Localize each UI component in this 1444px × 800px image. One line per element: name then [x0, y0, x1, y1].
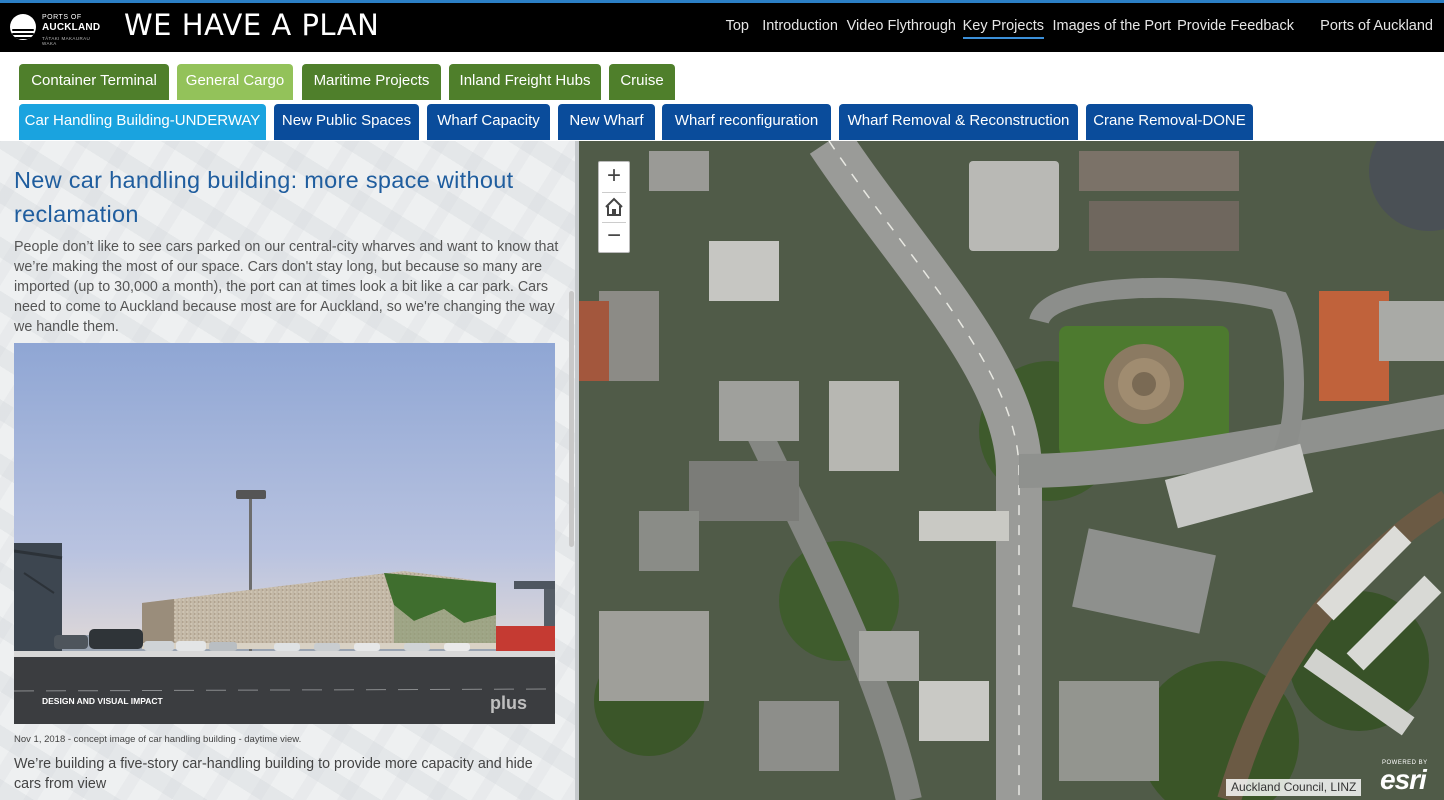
ports-of-auckland-logo[interactable]: PORTS OF AUCKLAND TĀTAKI MAKAURAU WAKA: [10, 11, 102, 46]
map-imagery: [579, 141, 1444, 800]
story-paragraph: People don’t like to see cars parked on …: [14, 239, 559, 335]
tab-crane-removal[interactable]: Crane Removal-DONE: [1086, 104, 1253, 140]
image-caption: Nov 1, 2018 - concept image of car handl…: [14, 734, 302, 745]
logo-mark-icon: [10, 14, 36, 40]
tab-maritime-projects[interactable]: Maritime Projects: [302, 64, 441, 100]
nav-introduction[interactable]: Introduction: [762, 18, 838, 34]
story-heading: New car handling building: more space wi…: [14, 167, 514, 227]
nav-ports-of-auckland[interactable]: Ports of Auckland: [1320, 18, 1433, 34]
tab-general-cargo[interactable]: General Cargo: [177, 64, 293, 100]
tab-new-wharf[interactable]: New Wharf: [558, 104, 655, 140]
zoom-out-button[interactable]: −: [599, 222, 629, 252]
home-button[interactable]: [599, 192, 629, 222]
zoom-in-button[interactable]: +: [599, 162, 629, 192]
story-paragraph-2: We’re building a five-story car-handling…: [14, 756, 533, 792]
tab-wharf-capacity[interactable]: Wharf Capacity: [427, 104, 550, 140]
logo-text-sub: TĀTAKI MAKAURAU WAKA: [42, 36, 91, 46]
tab-car-handling-building[interactable]: Car Handling Building-UNDERWAY: [19, 104, 266, 140]
map-zoom-controls: + −: [598, 161, 630, 253]
panel-scrollbar[interactable]: [569, 291, 574, 547]
logo-text-main: AUCKLAND: [42, 22, 101, 33]
car-handling-building-image[interactable]: DESIGN AND VISUAL IMPACT plus: [14, 343, 555, 724]
tab-container-terminal[interactable]: Container Terminal: [19, 64, 169, 100]
home-icon: [605, 197, 623, 216]
app-title: WE HAVE A PLAN: [124, 8, 380, 42]
logo-text-top: PORTS OF: [42, 14, 82, 21]
esri-wordmark: esri: [1380, 764, 1427, 795]
map-attribution[interactable]: Auckland Council, LINZ: [1226, 779, 1362, 796]
story-panel[interactable]: New car handling building: more space wi…: [0, 141, 575, 800]
nav-video-flythrough[interactable]: Video Flythrough: [847, 18, 956, 34]
nav-images-of-the-port[interactable]: Images of the Port: [1053, 18, 1171, 34]
esri-logo[interactable]: POWERED BY esri: [1380, 756, 1440, 796]
nav-key-projects[interactable]: Key Projects: [962, 18, 1044, 39]
image-overlay-logo: plus: [490, 693, 527, 713]
app-header: PORTS OF AUCKLAND TĀTAKI MAKAURAU WAKA W…: [0, 0, 1444, 52]
tab-cruise[interactable]: Cruise: [609, 64, 675, 100]
tab-wharf-removal-reconstruction[interactable]: Wharf Removal & Reconstruction: [839, 104, 1078, 140]
tab-inland-freight-hubs[interactable]: Inland Freight Hubs: [449, 64, 601, 100]
satellite-map[interactable]: [575, 141, 1444, 800]
nav-top[interactable]: Top: [726, 18, 749, 34]
image-overlay-title: DESIGN AND VISUAL IMPACT: [42, 696, 164, 706]
nav-provide-feedback[interactable]: Provide Feedback: [1177, 18, 1294, 34]
tab-new-public-spaces[interactable]: New Public Spaces: [274, 104, 419, 140]
tab-wharf-reconfiguration[interactable]: Wharf reconfiguration: [662, 104, 831, 140]
